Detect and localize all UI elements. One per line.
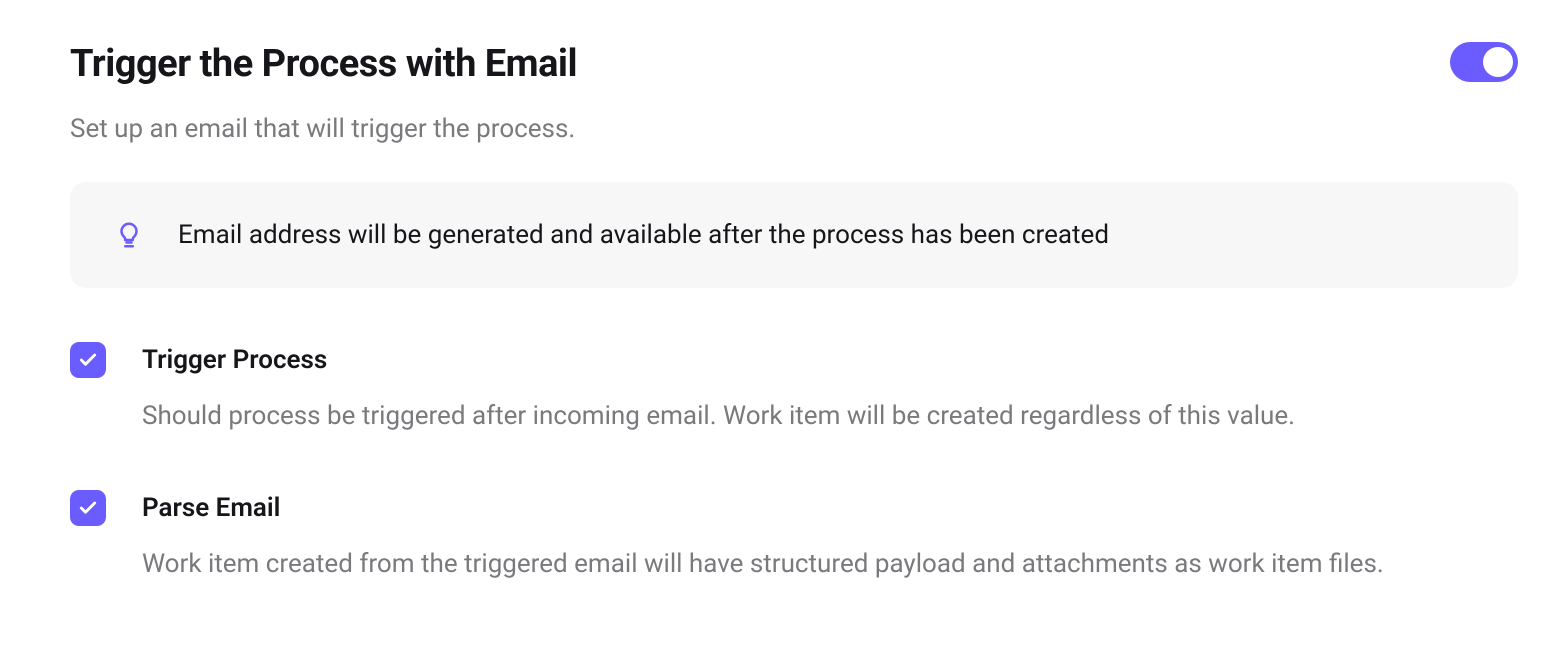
checkbox-trigger-process[interactable] [70,342,106,378]
header-row: Trigger the Process with Email Set up an… [70,42,1518,144]
option-trigger-process-content: Trigger Process Should process be trigge… [142,342,1518,436]
check-icon [78,498,98,518]
page-title: Trigger the Process with Email [70,42,577,86]
info-panel: Email address will be generated and avai… [70,182,1518,288]
option-parse-email-content: Parse Email Work item created from the t… [142,490,1518,584]
title-block: Trigger the Process with Email Set up an… [70,42,577,144]
checkbox-parse-email[interactable] [70,490,106,526]
check-icon [78,350,98,370]
option-trigger-process-description: Should process be triggered after incomi… [142,396,1518,436]
option-trigger-process-label: Trigger Process [142,342,1518,378]
enable-toggle[interactable] [1450,42,1518,82]
info-text: Email address will be generated and avai… [178,220,1109,250]
page-subtitle: Set up an email that will trigger the pr… [70,114,577,144]
lightbulb-icon [114,220,144,250]
option-parse-email-description: Work item created from the triggered ema… [142,544,1518,584]
option-parse-email-label: Parse Email [142,490,1518,526]
option-trigger-process: Trigger Process Should process be trigge… [70,342,1518,436]
option-parse-email: Parse Email Work item created from the t… [70,490,1518,584]
